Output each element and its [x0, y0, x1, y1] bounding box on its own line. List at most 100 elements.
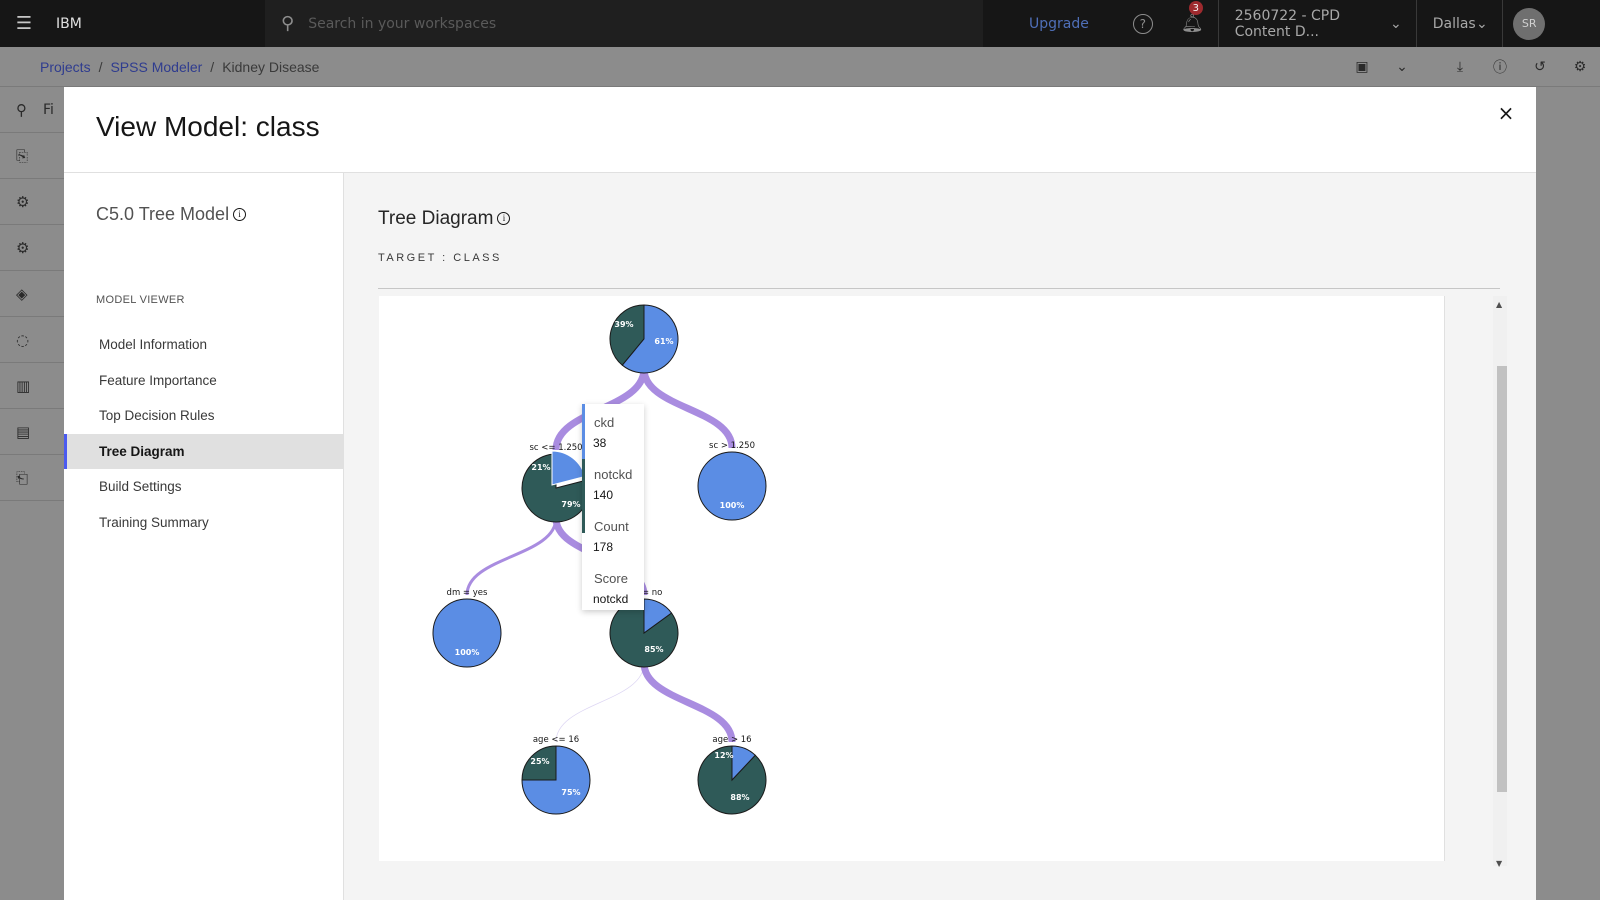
tooltip-value: 140 [593, 488, 614, 502]
tree-edge [555, 662, 645, 743]
pie-percent-label: 85% [644, 645, 663, 654]
palette-item[interactable]: ▤ [0, 409, 64, 455]
chevron-down-icon[interactable]: ⌄ [1382, 59, 1422, 75]
tree-edge [640, 368, 736, 449]
palette-item[interactable]: ⚙ [0, 225, 64, 271]
pie-percent-label: 39% [614, 320, 633, 329]
nav-tree-diagram[interactable]: Tree Diagram [64, 433, 343, 469]
split-condition-label: dm = yes [447, 588, 488, 598]
tree-node[interactable]: 12% 88% age > 16 [697, 735, 767, 815]
tooltip-value: notckd [593, 592, 629, 606]
tooltip-key: notckd [594, 467, 633, 482]
export-icon: ⎗ [16, 468, 29, 487]
split-condition-label: sc <= 1.250 [529, 443, 582, 453]
avatar[interactable]: SR [1513, 7, 1546, 40]
region-name: Dallas [1432, 15, 1476, 32]
tooltip-key: Count [594, 519, 629, 534]
account-switcher[interactable]: 2560722 - CPD Content D... ⌄ [1217, 0, 1416, 47]
breadcrumb: Projects / SPSS Modeler / Kidney Disease [40, 58, 320, 75]
model-type-title: C5.0 Tree Model i [96, 204, 247, 225]
split-condition-label: age <= 16 [533, 735, 579, 745]
tree-diagram[interactable]: 61%39%21%79%sc <= 1.250100%sc > 1.250100… [379, 296, 1445, 861]
scroll-down-icon[interactable]: ▼ [1496, 859, 1502, 868]
pie-percent-label: 100% [455, 648, 480, 657]
palette-item[interactable]: ⚙ [0, 179, 64, 225]
palette-rail: ⚲ Fi ⎘ ⚙ ⚙ ◈ ◌ ▥ ▤ ⎗ [0, 87, 64, 900]
split-condition-label: age > 16 [712, 735, 751, 745]
model-viewer-sidebar: C5.0 Tree Model i MODEL VIEWER Model Info… [64, 173, 344, 900]
brand-logo[interactable]: IBM [48, 16, 265, 32]
content-title: Tree Diagram i [378, 208, 511, 230]
tree-node[interactable]: 61% 39% [609, 304, 679, 374]
model-viewer-nav: Model Information Feature Importance Top… [64, 327, 343, 540]
scrollbar[interactable]: ▲ ▼ [1493, 296, 1507, 868]
view-model-modal: View Model: class × C5.0 Tree Model i MOD… [64, 87, 1536, 900]
outputs-icon: ▤ [16, 422, 31, 441]
split-condition-label: sc > 1.250 [709, 441, 755, 451]
sub-header: Projects / SPSS Modeler / Kidney Disease ▣ ⌄… [0, 47, 1600, 87]
chevron-down-icon: ⌄ [1389, 15, 1402, 32]
field-ops-icon: ⚙ [16, 238, 30, 257]
tree-node[interactable]: 75% 25% age <= 16 [521, 735, 591, 815]
section-label: MODEL VIEWER [96, 294, 185, 306]
account-name: 2560722 - CPD Content D... [1234, 7, 1341, 40]
breadcrumb-current: Kidney Disease [222, 58, 320, 75]
region-switcher[interactable]: Dallas ⌄ [1415, 0, 1502, 47]
palette-item[interactable]: ▥ [0, 363, 64, 409]
tree-canvas[interactable]: 61% 39% 21% 79% sc <= 1.250 100% sc > 1.250 100… [379, 296, 1445, 861]
pie-percent-label: 25% [530, 757, 549, 766]
nav-model-information[interactable]: Model Information [64, 327, 343, 363]
graphs-icon: ▥ [16, 376, 31, 395]
modal-title: View Model: class [96, 111, 320, 142]
upgrade-link[interactable]: Upgrade [1029, 16, 1089, 32]
palette-item[interactable]: ⎘ [0, 133, 64, 179]
scroll-up-icon[interactable]: ▲ [1496, 300, 1502, 309]
modeling-icon: ◈ [16, 284, 28, 303]
scrollbar-thumb[interactable] [1497, 366, 1507, 792]
tree-diagram-panel: Tree Diagram i TARGET : CLASS 61% 39% 21% 79… [345, 173, 1536, 900]
menu-icon[interactable]: ☰ [0, 0, 48, 47]
pie-percent-label: 12% [714, 751, 733, 760]
divider [378, 288, 1500, 289]
palette-item[interactable]: ◌ [0, 317, 64, 363]
tooltip-key: Score [594, 571, 628, 586]
info-icon[interactable]: i [233, 208, 247, 221]
nav-training-summary[interactable]: Training Summary [64, 505, 343, 541]
node-tooltip: ckd 38 notckd 140 Count 178 Score notckd [582, 404, 644, 610]
search-icon: ⚲ [281, 13, 295, 34]
top-header: ☰ IBM ⚲ Search in your workspaces Upgrad… [0, 0, 1600, 47]
tree-node[interactable]: 100% dm = yes [432, 588, 502, 668]
import-icon: ⎘ [16, 146, 29, 165]
chevron-down-icon: ⌄ [1475, 15, 1488, 32]
nav-top-decision-rules[interactable]: Top Decision Rules [64, 398, 343, 434]
help-icon[interactable]: ? [1132, 13, 1153, 34]
pie-percent-label: 61% [654, 337, 673, 346]
search-input[interactable]: Search in your workspaces [308, 16, 496, 32]
toolbar: ▣ ⌄ ⤓ ⓘ ↺ ⚙ [1342, 47, 1600, 87]
history-icon[interactable]: ↺ [1520, 59, 1560, 75]
nav-build-settings[interactable]: Build Settings [64, 469, 343, 505]
palette-item[interactable]: ⎗ [0, 455, 64, 501]
breadcrumb-spss-modeler[interactable]: SPSS Modeler [110, 59, 202, 75]
search-bar[interactable]: ⚲ Search in your workspaces [265, 0, 983, 47]
palette-search[interactable]: ⚲ Fi [0, 87, 64, 133]
run-flow-icon[interactable]: ▣ [1342, 59, 1382, 75]
tooltip-ckd-bar [582, 404, 585, 459]
settings-icon[interactable]: ⚙ [1560, 59, 1600, 75]
tooltip-notckd-bar [582, 459, 585, 533]
pie-percent-label: 88% [730, 793, 749, 802]
tree-node[interactable]: 100% sc > 1.250 [697, 441, 767, 521]
info-icon[interactable]: i [497, 212, 511, 225]
download-icon[interactable]: ⤓ [1440, 59, 1480, 75]
nav-feature-importance[interactable]: Feature Importance [64, 363, 343, 399]
pie-slice-ckd [551, 450, 586, 486]
record-ops-icon: ⚙ [16, 192, 30, 211]
info-icon[interactable]: ⓘ [1480, 57, 1520, 77]
breadcrumb-projects[interactable]: Projects [40, 59, 91, 75]
notifications-icon[interactable]: 🔔︎ 3 [1181, 1, 1204, 34]
search-icon: ⚲ [16, 100, 27, 119]
palette-item[interactable]: ◈ [0, 271, 64, 317]
close-button[interactable]: × [1492, 99, 1520, 127]
tooltip-key: ckd [594, 415, 615, 430]
tree-node[interactable]: 21% 79% sc <= 1.250 [521, 443, 591, 523]
